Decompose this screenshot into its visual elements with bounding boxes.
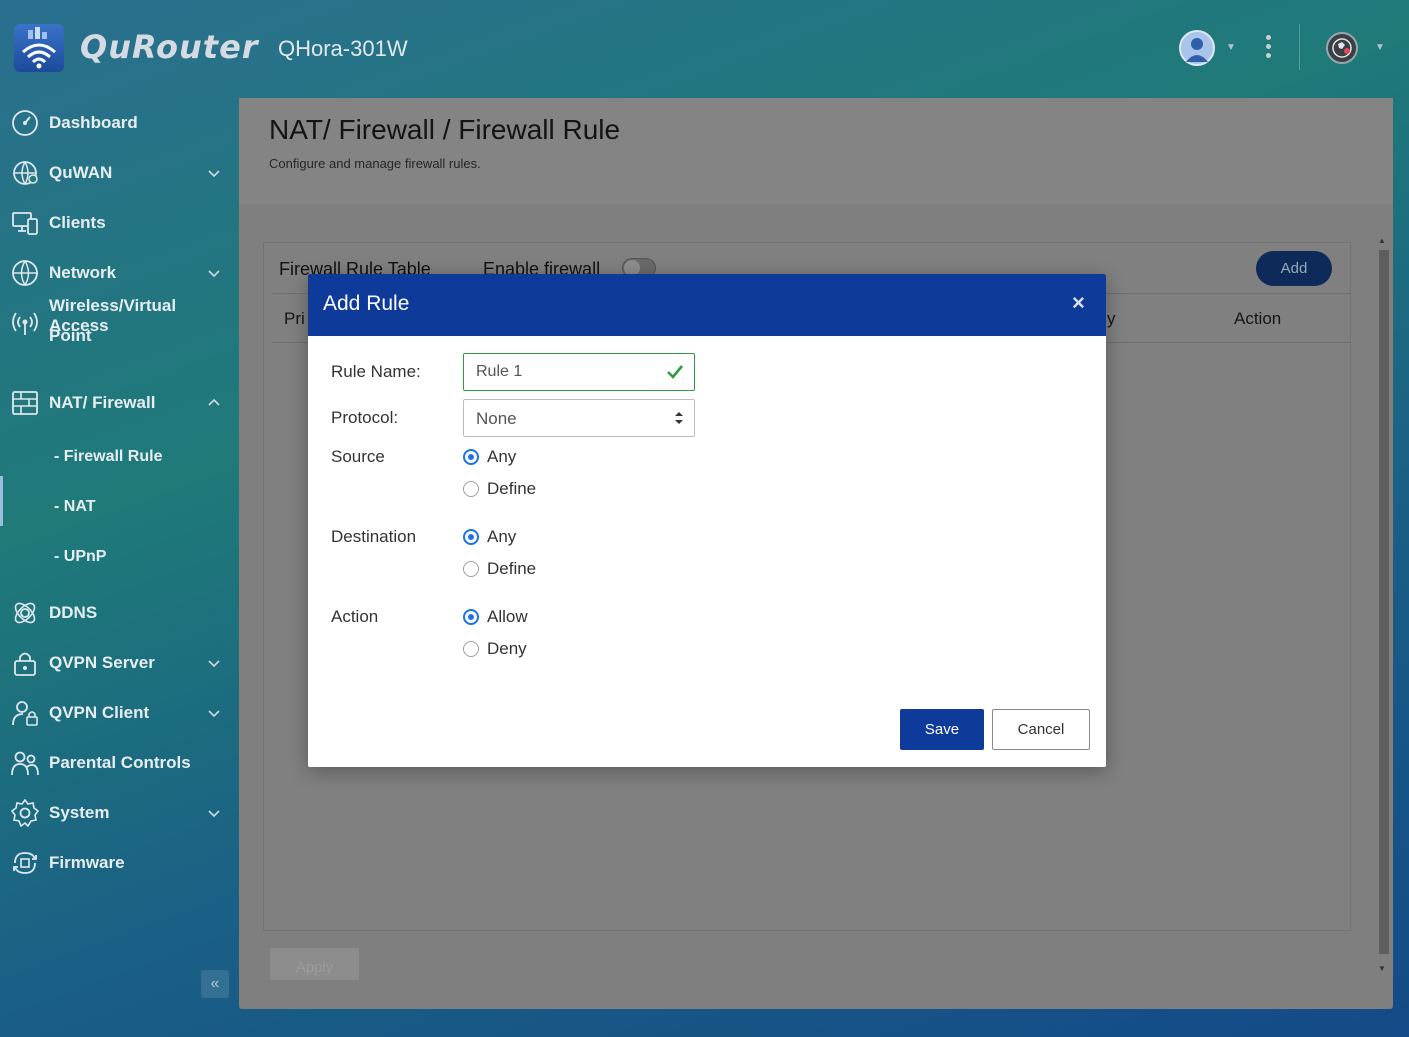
sidebar-item-network[interactable]: Network <box>0 248 238 298</box>
source-define-label[interactable]: Define <box>487 479 536 499</box>
select-arrows-icon <box>675 412 683 424</box>
sidebar-item-label: System <box>49 803 110 822</box>
sidebar: Dashboard QuWAN Clients Network Wireless… <box>0 98 238 1037</box>
dialog-header: Add Rule × <box>308 274 1106 336</box>
lock-icon <box>14 652 36 676</box>
wireless-icon <box>12 312 38 335</box>
add-rule-button[interactable]: Add <box>1256 251 1332 286</box>
header-divider <box>1299 24 1300 70</box>
save-button[interactable]: Save <box>900 709 984 750</box>
language-caret-icon[interactable]: ▼ <box>1375 42 1385 53</box>
destination-label: Destination <box>331 527 417 546</box>
column-header-action: Action <box>1234 309 1282 328</box>
product-name: QuRouter <box>80 28 259 66</box>
sidebar-item-label: QVPN Client <box>49 703 150 722</box>
user-avatar-icon[interactable] <box>1179 30 1215 66</box>
firmware-icon <box>13 852 37 874</box>
firewall-icon <box>12 391 38 415</box>
destination-define-radio[interactable] <box>463 561 479 577</box>
sidebar-item-label: NAT/ Firewall <box>49 393 156 412</box>
sidebar-item-ddns[interactable]: DDNS <box>0 588 238 638</box>
device-name: QHora-301W <box>278 36 408 61</box>
check-icon <box>667 365 684 379</box>
globe-icon <box>12 260 38 286</box>
sidebar-item-wireless[interactable]: Wireless/Virtual Access Point <box>0 296 238 348</box>
add-rule-dialog: Add Rule × Rule Name: Protocol: None Sou… <box>308 274 1106 767</box>
sidebar-item-firmware[interactable]: Firmware <box>0 838 238 888</box>
page-subtitle: Configure and manage firewall rules. <box>269 156 481 171</box>
vpn-client-icon <box>12 701 38 726</box>
dialog-title: Add Rule <box>323 292 410 315</box>
qurouter-logo-icon <box>14 24 64 72</box>
protocol-label: Protocol: <box>331 408 399 427</box>
rule-name-field[interactable] <box>463 353 695 391</box>
sidebar-item-label: Dashboard <box>49 113 138 132</box>
destination-any-label[interactable]: Any <box>487 527 516 547</box>
action-allow-label[interactable]: Allow <box>487 607 528 627</box>
top-bar: QuRouter QHora-301W ▼ ▼ <box>0 0 1409 96</box>
sidebar-item-label: Parental Controls <box>49 753 191 772</box>
scroll-down-icon[interactable]: ▼ <box>1378 964 1386 973</box>
action-label: Action <box>331 607 379 626</box>
user-menu-caret-icon[interactable]: ▼ <box>1226 42 1236 53</box>
collapse-sidebar-button[interactable]: « <box>201 970 229 998</box>
page-header: NAT/ Firewall / Firewall Rule Configure … <box>239 98 1393 204</box>
chevron-down-icon <box>208 660 220 668</box>
sidebar-item-parental-controls[interactable]: Parental Controls <box>0 738 238 788</box>
language-globe-icon[interactable] <box>1326 32 1358 64</box>
chevron-down-icon <box>208 170 220 178</box>
protocol-selected-value: None <box>476 409 517 428</box>
rule-name-input[interactable] <box>464 354 654 390</box>
active-indicator <box>0 476 3 526</box>
dashboard-icon <box>12 110 38 136</box>
sidebar-item-dashboard[interactable]: Dashboard <box>0 98 238 148</box>
parental-icon <box>11 751 39 776</box>
destination-define-label[interactable]: Define <box>487 559 536 579</box>
scrollbar[interactable] <box>1379 250 1389 954</box>
column-header-partial: y <box>1107 309 1116 328</box>
gear-icon <box>11 799 39 827</box>
sidebar-item-label: Firmware <box>49 853 125 872</box>
sidebar-item-label: Network <box>49 263 117 282</box>
sidebar-item-clients[interactable]: Clients <box>0 198 238 248</box>
sidebar-item-qvpn-client[interactable]: QVPN Client <box>0 688 238 738</box>
cancel-button[interactable]: Cancel <box>992 709 1090 750</box>
sidebar-item-label-line2: Point <box>49 326 92 345</box>
source-define-radio[interactable] <box>463 481 479 497</box>
sidebar-item-label: QVPN Server <box>49 653 155 672</box>
sidebar-item-label: QuWAN <box>49 163 113 182</box>
source-any-label[interactable]: Any <box>487 447 516 467</box>
source-any-radio[interactable] <box>463 449 479 465</box>
chevron-up-icon <box>208 398 220 406</box>
sidebar-item-qvpn-server[interactable]: QVPN Server <box>0 638 238 688</box>
sidebar-subitem-nat[interactable]: - NAT <box>54 498 95 516</box>
close-icon[interactable]: × <box>1072 290 1085 316</box>
source-label: Source <box>331 447 385 466</box>
sidebar-item-quwan[interactable]: QuWAN <box>0 148 238 198</box>
chevron-down-icon <box>208 810 220 818</box>
sidebar-item-label: DDNS <box>49 603 98 622</box>
destination-any-radio[interactable] <box>463 529 479 545</box>
action-allow-radio[interactable] <box>463 609 479 625</box>
ddns-icon <box>14 602 36 624</box>
sidebar-item-label: Clients <box>49 213 106 232</box>
sidebar-subitem-firewall-rule[interactable]: - Firewall Rule <box>54 448 162 466</box>
sidebar-item-nat-firewall[interactable]: NAT/ Firewall <box>0 378 238 428</box>
quwan-icon <box>13 161 38 185</box>
action-deny-radio[interactable] <box>463 641 479 657</box>
column-header-priority: Pri <box>284 309 305 328</box>
apply-button[interactable]: Apply <box>270 948 359 980</box>
action-deny-label[interactable]: Deny <box>487 639 527 659</box>
rule-name-label: Rule Name: <box>331 362 421 381</box>
clients-icon <box>12 212 38 235</box>
sidebar-item-system[interactable]: System <box>0 788 238 838</box>
more-options-icon[interactable] <box>1262 32 1274 64</box>
sidebar-subitem-upnp[interactable]: - UPnP <box>54 548 106 566</box>
page-title: NAT/ Firewall / Firewall Rule <box>269 114 621 145</box>
protocol-select[interactable]: None <box>463 399 695 437</box>
chevron-down-icon <box>208 270 220 278</box>
scroll-up-icon[interactable]: ▲ <box>1378 236 1386 245</box>
chevron-down-icon <box>208 710 220 718</box>
